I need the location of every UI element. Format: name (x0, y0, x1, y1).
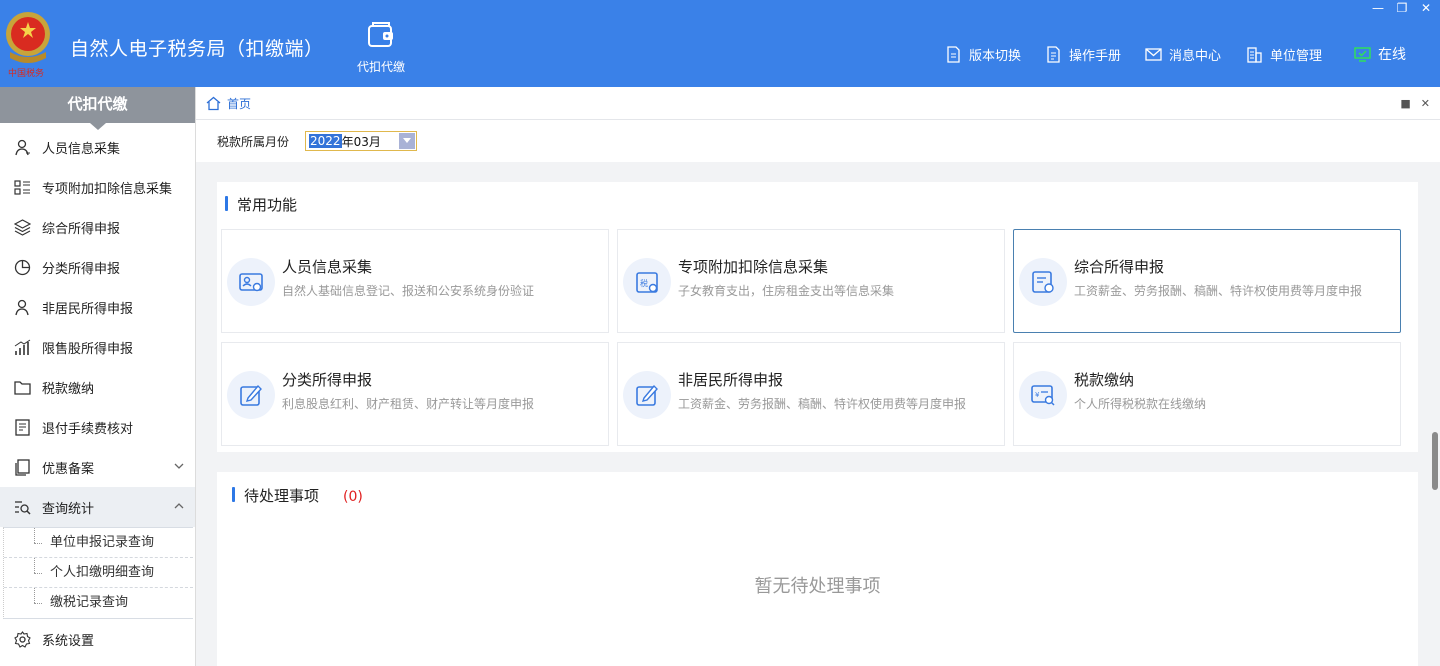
gear-icon (14, 630, 31, 648)
edit-icon (623, 371, 671, 419)
document-icon (947, 45, 960, 63)
tax-month-picker[interactable]: 2022 年03月 (305, 131, 418, 151)
dropdown-arrow-icon[interactable] (399, 133, 416, 149)
card-desc: 工资薪金、劳务报酬、稿酬、特许权使用费等月度申报 (1074, 284, 1363, 298)
tab-controls: ■ ✕ (1400, 97, 1430, 110)
search-list-icon (15, 500, 31, 515)
home-icon (206, 96, 221, 110)
module-tab-withholding[interactable]: 代扣代缴 (345, 20, 417, 75)
sidebar-item-personnel[interactable]: 人员信息采集 (0, 127, 195, 167)
manual-icon (1047, 45, 1060, 63)
tax-emblem-icon: 中国税务 (6, 12, 50, 78)
bar-chart-icon (14, 339, 31, 355)
sidebar-item-special-deduction[interactable]: 专项附加扣除信息采集 (0, 167, 195, 207)
breadcrumb: 首页 ■ ✕ (196, 87, 1440, 120)
maximize-tab-icon[interactable]: ■ (1400, 97, 1410, 110)
sidebar-header: 代扣代缴 (0, 87, 195, 130)
sidebar-menu: 人员信息采集 专项附加扣除信息采集 综合所得申报 分类所得申报 非居民所得申报 … (0, 127, 195, 659)
folder-icon (14, 380, 31, 395)
sidebar-item-preferential-filing[interactable]: 优惠备案 (0, 447, 195, 487)
person-icon (15, 139, 30, 155)
person-outline-icon (15, 299, 29, 315)
sidebar-item-query-stats[interactable]: 查询统计 (0, 487, 195, 527)
chevron-up-icon (174, 503, 184, 509)
card-title: 非居民所得申报 (678, 371, 784, 389)
edit-icon (227, 371, 275, 419)
filter-bar: 税款所属月份 2022 年03月 (196, 120, 1440, 162)
close-icon[interactable]: ✕ (1420, 1, 1432, 15)
sidebar-item-restricted-stock[interactable]: 限售股所得申报 (0, 327, 195, 367)
doc-copy-icon (15, 458, 30, 476)
app-header: 中国税务 自然人电子税务局（扣缴端） 代扣代缴 版本切换 操作手册 消息中心 单… (0, 0, 1440, 87)
chevron-down-icon (174, 463, 184, 469)
mail-icon (1145, 47, 1162, 61)
report-icon (1019, 258, 1067, 306)
window-controls: — ❐ ✕ (1372, 1, 1432, 15)
wallet-icon (368, 22, 393, 47)
id-card-icon (227, 258, 275, 306)
card-title: 人员信息采集 (282, 258, 373, 276)
tax-month-value: 年03月 (341, 134, 381, 149)
sidebar-item-classified-income[interactable]: 分类所得申报 (0, 247, 195, 287)
close-tab-icon[interactable]: ✕ (1421, 97, 1430, 110)
pie-icon (14, 259, 31, 275)
unit-management-link[interactable]: 单位管理 (1246, 44, 1322, 64)
payment-search-icon: ¥ (1019, 371, 1067, 419)
scrollbar-thumb[interactable] (1432, 432, 1438, 490)
common-functions-title: 常用功能 (225, 194, 297, 215)
online-status[interactable]: 在线 (1354, 44, 1406, 64)
sidebar-item-system-settings[interactable]: 系统设置 (0, 619, 195, 659)
version-switch-link[interactable]: 版本切换 (945, 44, 1021, 64)
card-title: 专项附加扣除信息采集 (678, 258, 829, 276)
app-title: 自然人电子税务局（扣缴端） (70, 38, 324, 60)
sidebar-item-comprehensive-income[interactable]: 综合所得申报 (0, 207, 195, 247)
pending-items-title: 待处理事项 (0) (232, 485, 363, 506)
sidebar-item-nonresident-income[interactable]: 非居民所得申报 (0, 287, 195, 327)
pending-empty-message: 暂无待处理事项 (754, 576, 881, 597)
breadcrumb-home[interactable]: 首页 (227, 95, 251, 112)
card-title: 分类所得申报 (282, 371, 373, 389)
tax-month-year-selected: 2022 (309, 134, 342, 148)
top-links: 版本切换 操作手册 消息中心 单位管理 在线 (940, 44, 1420, 64)
card-special-deduction[interactable]: 税 专项附加扣除信息采集 子女教育支出，住房租金支出等信息采集 (617, 229, 1005, 333)
sidebar: 代扣代缴 人员信息采集 专项附加扣除信息采集 综合所得申报 分类所得申报 非居民… (0, 87, 196, 666)
list-icon (14, 179, 30, 195)
card-personnel-info[interactable]: 人员信息采集 自然人基础信息登记、报送和公安系统身份验证 (221, 229, 609, 333)
message-center-link[interactable]: 消息中心 (1145, 44, 1221, 64)
submenu-item-personal-withholding-query[interactable]: 个人扣缴明细查询 (4, 558, 193, 588)
common-functions-panel: 常用功能 人员信息采集 自然人基础信息登记、报送和公安系统身份验证 税 专项附加… (217, 182, 1418, 452)
module-label: 代扣代缴 (356, 60, 405, 74)
manual-link[interactable]: 操作手册 (1045, 44, 1121, 64)
sidebar-item-tax-payment[interactable]: 税款缴纳 (0, 367, 195, 407)
query-submenu: 单位申报记录查询 个人扣缴明细查询 缴税记录查询 (3, 527, 193, 619)
main-content: 首页 ■ ✕ 税款所属月份 2022 年03月 常用功能 人员信息采集 自然人基础… (196, 87, 1440, 666)
pending-items-panel: 待处理事项 (0) 暂无待处理事项 (217, 472, 1418, 666)
submenu-item-unit-report-query[interactable]: 单位申报记录查询 (4, 528, 193, 558)
pending-count: (0) (343, 489, 363, 505)
svg-text:税: 税 (640, 278, 648, 288)
card-desc: 工资薪金、劳务报酬、稿酬、特许权使用费等月度申报 (678, 397, 967, 411)
svg-text:¥: ¥ (1035, 391, 1040, 399)
card-desc: 自然人基础信息登记、报送和公安系统身份验证 (282, 284, 535, 298)
card-tax-payment[interactable]: ¥ 税款缴纳 个人所得税税款在线缴纳 (1013, 342, 1401, 446)
svg-text:中国税务: 中国税务 (8, 67, 44, 78)
tax-month-label: 税款所属月份 (217, 134, 290, 149)
submenu-item-payment-record-query[interactable]: 缴税记录查询 (4, 588, 193, 618)
monitor-check-icon (1354, 46, 1371, 62)
layers-icon (14, 218, 31, 236)
card-nonresident-income[interactable]: 非居民所得申报 工资薪金、劳务报酬、稿酬、特许权使用费等月度申报 (617, 342, 1005, 446)
minimize-icon[interactable]: — (1372, 1, 1384, 15)
card-desc: 子女教育支出，住房租金支出等信息采集 (678, 284, 895, 298)
card-desc: 利息股息红利、财产租赁、财产转让等月度申报 (282, 397, 535, 411)
building-icon (1247, 46, 1262, 63)
sidebar-item-refund-fee[interactable]: 退付手续费核对 (0, 407, 195, 447)
card-title: 综合所得申报 (1074, 258, 1165, 276)
card-desc: 个人所得税税款在线缴纳 (1074, 397, 1207, 411)
card-classified-income[interactable]: 分类所得申报 利息股息红利、财产租赁、财产转让等月度申报 (221, 342, 609, 446)
tax-calendar-icon: 税 (623, 258, 671, 306)
restore-icon[interactable]: ❐ (1396, 1, 1408, 15)
card-comprehensive-income[interactable]: 综合所得申报 工资薪金、劳务报酬、稿酬、特许权使用费等月度申报 (1013, 229, 1401, 333)
card-title: 税款缴纳 (1074, 371, 1135, 389)
checklist-icon (15, 418, 30, 436)
